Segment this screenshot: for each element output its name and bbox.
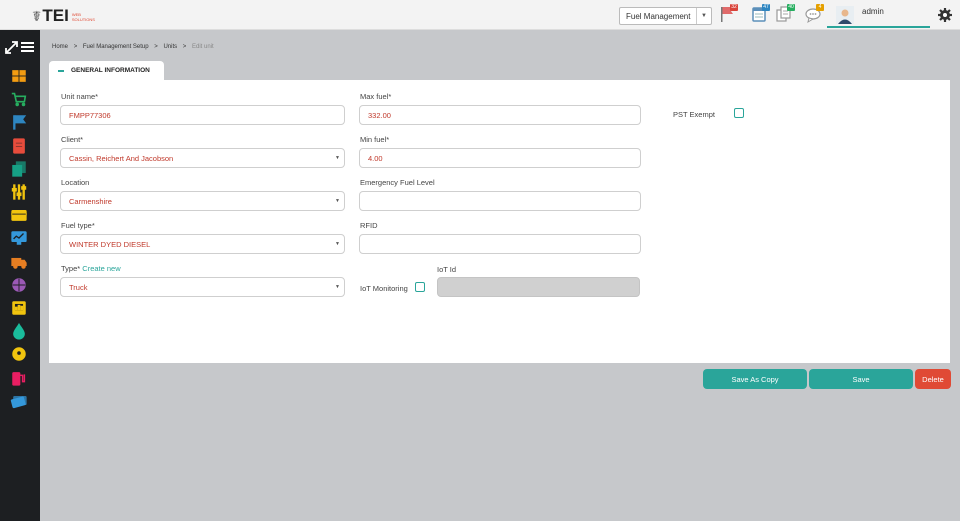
max-fuel-input[interactable]: 332.00 — [359, 105, 641, 125]
sidebar — [0, 30, 40, 521]
logo-brand: TEI — [42, 6, 69, 25]
iot-monitoring-label: IoT Monitoring — [360, 284, 408, 293]
notifications-documents[interactable]: 40 — [775, 4, 795, 24]
rfid-label: RFID — [360, 221, 378, 230]
sidebar-item-cards[interactable] — [9, 391, 29, 411]
documents-icon — [12, 161, 26, 177]
user-name: admin — [862, 6, 884, 16]
notifications-calendar[interactable]: 47 — [750, 4, 770, 24]
fuel-type-label: Fuel type* — [61, 221, 95, 230]
flag-count-badge: 32 — [730, 4, 738, 11]
flag-icon — [13, 115, 27, 131]
min-fuel-label: Min fuel* — [360, 135, 390, 144]
app-logo[interactable]: ☤ TEI WEB SOLUTIONS — [32, 3, 95, 26]
breadcrumb: Home > Fuel Management Setup > Units > E… — [52, 44, 214, 50]
user-menu[interactable]: admin — [827, 3, 930, 28]
tab-label: GENERAL INFORMATION — [71, 67, 150, 74]
documents-count-badge: 40 — [787, 4, 795, 11]
emergency-fuel-level-label: Emergency Fuel Level — [360, 178, 435, 187]
fuel-pump-icon — [12, 371, 26, 386]
notifications-chat[interactable]: 4 — [804, 4, 824, 24]
sidebar-item-drop[interactable] — [9, 321, 29, 341]
truck-icon — [11, 257, 27, 269]
sidebar-item-cart[interactable] — [9, 89, 29, 109]
breadcrumb-units[interactable]: Units — [163, 44, 177, 50]
iot-id-input — [437, 277, 640, 297]
rfid-input[interactable] — [359, 234, 641, 254]
unit-name-input[interactable]: FMPP77306 — [60, 105, 345, 125]
emergency-fuel-level-input[interactable] — [359, 191, 641, 211]
iot-id-label: IoT Id — [437, 265, 457, 274]
drop-icon — [13, 323, 25, 340]
top-header: ☤ TEI WEB SOLUTIONS Fuel Management ▼ 32… — [0, 0, 960, 30]
form-panel: Unit name* FMPP77306 Client* Cassin, Rei… — [49, 80, 950, 363]
sidebar-item-gear-user[interactable] — [9, 344, 29, 364]
logo-subtitle: WEB SOLUTIONS — [71, 12, 95, 22]
min-fuel-input[interactable]: 4.00 — [359, 148, 641, 168]
card-icon — [11, 210, 27, 222]
sliders-icon — [11, 184, 27, 200]
create-new-link[interactable]: Create new — [82, 264, 120, 273]
breadcrumb-fuel-management-setup[interactable]: Fuel Management Setup — [83, 44, 149, 50]
client-select[interactable]: Cassin, Reichert And Jacobson — [60, 148, 345, 168]
pst-exempt-checkbox[interactable] — [734, 108, 744, 118]
iot-monitoring-checkbox[interactable] — [415, 282, 425, 292]
sidebar-item-card[interactable] — [9, 205, 29, 225]
logo-mark-icon: ☤ — [32, 9, 42, 25]
cards-icon — [10, 395, 27, 408]
module-select[interactable]: Fuel Management ▼ — [619, 7, 712, 25]
expand-icon — [5, 40, 18, 54]
module-select-value: Fuel Management — [626, 11, 691, 21]
sidebar-item-documents[interactable] — [9, 159, 29, 179]
fuel-type-select[interactable]: WINTER DYED DIESEL — [60, 234, 345, 254]
invoice-icon — [13, 137, 25, 154]
tab-general-information[interactable]: GENERAL INFORMATION — [49, 61, 164, 80]
type-label: Type* Create new — [61, 264, 121, 273]
gear-user-icon — [12, 347, 26, 362]
sidebar-item-globe[interactable] — [9, 275, 29, 295]
breadcrumb-current: Edit unit — [191, 44, 214, 50]
chat-count-badge: 4 — [816, 4, 824, 11]
chevron-down-icon: ▼ — [696, 8, 711, 24]
avatar — [836, 5, 854, 24]
monitor-chart-icon — [11, 231, 27, 246]
breadcrumb-home[interactable]: Home — [52, 44, 68, 50]
sidebar-item-sliders[interactable] — [9, 182, 29, 202]
sidebar-item-monitor-chart[interactable] — [9, 228, 29, 248]
settings-gear-icon[interactable] — [937, 7, 953, 23]
sidebar-item-truck[interactable] — [9, 252, 29, 272]
sidebar-item-report[interactable] — [9, 298, 29, 318]
hamburger-icon — [21, 42, 34, 52]
calendar-count-badge: 47 — [762, 4, 770, 11]
client-label: Client* — [61, 135, 84, 144]
delete-button[interactable]: Delete — [915, 369, 951, 389]
report-icon — [12, 301, 26, 315]
max-fuel-label: Max fuel* — [360, 92, 392, 101]
cart-icon — [11, 92, 27, 107]
sidebar-item-flag[interactable] — [9, 112, 29, 132]
collapse-icon[interactable] — [58, 69, 64, 72]
save-as-copy-button[interactable]: Save As Copy — [703, 369, 807, 389]
location-select[interactable]: Carmenshire — [60, 191, 345, 211]
sidebar-item-fuel-pump[interactable] — [9, 368, 29, 388]
save-button[interactable]: Save — [809, 369, 913, 389]
sidebar-item-dashboard[interactable] — [9, 66, 29, 86]
location-label: Location — [61, 178, 90, 187]
unit-name-label: Unit name* — [61, 92, 99, 101]
sidebar-item-invoice[interactable] — [9, 136, 29, 156]
notifications-flag[interactable]: 32 — [718, 4, 738, 24]
dashboard-icon — [12, 70, 26, 82]
sidebar-toggle[interactable] — [5, 40, 37, 54]
pst-exempt-label: PST Exempt — [673, 110, 715, 119]
type-select[interactable]: Truck — [60, 277, 345, 297]
globe-icon — [12, 278, 26, 292]
